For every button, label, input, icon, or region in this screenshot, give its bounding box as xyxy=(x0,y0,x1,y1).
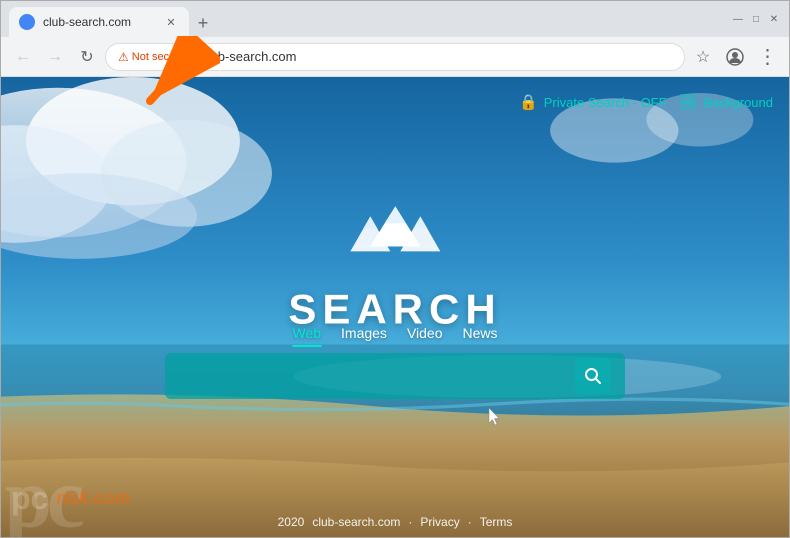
warning-icon: ⚠ xyxy=(118,50,129,64)
watermarks: pc risk.com xyxy=(11,480,130,517)
security-warning: ⚠ Not secure xyxy=(118,50,185,64)
tab-web-label: Web xyxy=(292,325,321,341)
footer-separator: · xyxy=(408,515,412,529)
footer-separator2: · xyxy=(468,515,472,529)
tab-images[interactable]: Images xyxy=(341,321,387,347)
search-submit-button[interactable] xyxy=(575,358,611,394)
search-box-wrapper xyxy=(165,353,625,399)
tab-news-label: News xyxy=(463,325,498,341)
window-controls: — □ ✕ xyxy=(731,12,781,26)
title-bar: club-search.com ✕ + — □ ✕ xyxy=(1,1,789,37)
tab-close-button[interactable]: ✕ xyxy=(163,14,179,30)
minimize-button[interactable]: — xyxy=(731,12,745,26)
tab-news[interactable]: News xyxy=(463,321,498,347)
maximize-button[interactable]: □ xyxy=(749,12,763,26)
private-search-button[interactable]: 🔒 Private Search - OFF xyxy=(519,93,667,111)
logo-area: SEARCH xyxy=(288,201,501,333)
mountain-logo-icon xyxy=(335,201,455,281)
profile-button[interactable] xyxy=(721,43,749,71)
address-bar: ← → ↻ ⚠ Not secure | club-search.com ☆ ⋮ xyxy=(1,37,789,77)
bookmark-button[interactable]: ☆ xyxy=(689,43,717,71)
footer-year: 2020 xyxy=(278,515,305,529)
page-content: pc 🔒 Private Search - OFF 🖼 Background xyxy=(1,77,789,537)
private-search-label: Private Search - OFF xyxy=(544,95,667,110)
url-text: club-search.com xyxy=(201,49,672,64)
page-footer: 2020 club-search.com · Privacy · Terms xyxy=(278,515,513,529)
image-icon: 🖼 xyxy=(679,93,698,111)
browser-tab[interactable]: club-search.com ✕ xyxy=(9,7,189,37)
tab-video-label: Video xyxy=(407,325,443,341)
menu-button[interactable]: ⋮ xyxy=(753,43,781,71)
forward-button[interactable]: → xyxy=(41,43,69,71)
tab-area: club-search.com ✕ + xyxy=(9,1,731,37)
risk-logo: risk.com xyxy=(56,488,130,509)
tab-title: club-search.com xyxy=(43,15,155,29)
background-button[interactable]: 🖼 Background xyxy=(679,93,773,111)
refresh-button[interactable]: ↻ xyxy=(73,43,101,71)
tab-web[interactable]: Web xyxy=(292,321,321,347)
tab-video[interactable]: Video xyxy=(407,321,443,347)
search-input[interactable] xyxy=(179,368,575,385)
footer-terms-link[interactable]: Terms xyxy=(480,515,513,529)
address-right-icons: ☆ ⋮ xyxy=(689,43,781,71)
background-label: Background xyxy=(704,95,773,110)
search-box xyxy=(165,353,625,399)
search-tabs: Web Images Video News xyxy=(292,321,497,347)
new-tab-button[interactable]: + xyxy=(189,9,217,37)
close-button[interactable]: ✕ xyxy=(767,12,781,26)
footer-site-link[interactable]: club-search.com xyxy=(312,515,400,529)
pc-logo: pc xyxy=(11,480,48,517)
footer-privacy-link[interactable]: Privacy xyxy=(420,515,459,529)
browser-window: club-search.com ✕ + — □ ✕ ← → ↻ ⚠ Not se… xyxy=(0,0,790,538)
tab-images-label: Images xyxy=(341,325,387,341)
back-button[interactable]: ← xyxy=(9,43,37,71)
lock-icon: 🔒 xyxy=(519,93,538,111)
address-input-wrapper[interactable]: ⚠ Not secure | club-search.com xyxy=(105,43,685,71)
top-right-buttons: 🔒 Private Search - OFF 🖼 Background xyxy=(519,93,773,111)
security-label: Not secure xyxy=(132,51,185,63)
url-separator: | xyxy=(191,48,195,66)
tab-favicon xyxy=(19,14,35,30)
